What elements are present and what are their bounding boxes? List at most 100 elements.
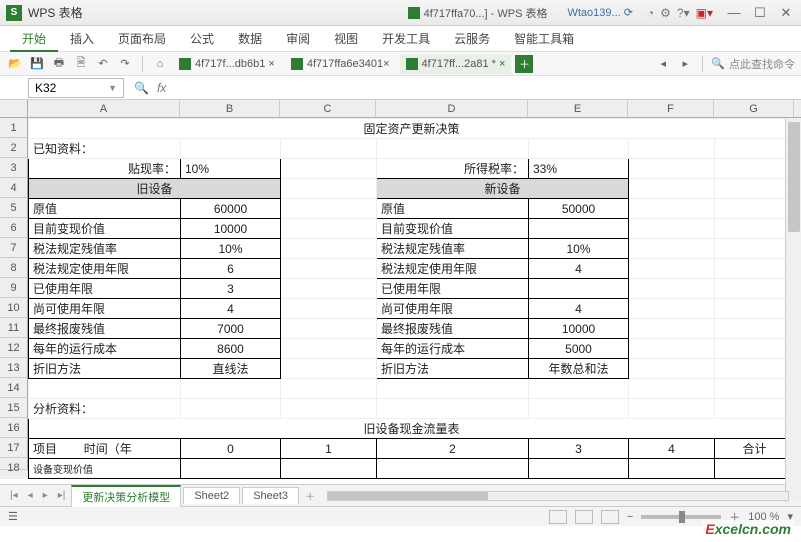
zoom-out-button[interactable]: −	[627, 511, 633, 523]
cell-title[interactable]: 固定资产更新决策	[29, 119, 795, 139]
cell[interactable]: 已知资料：	[29, 139, 181, 159]
cell[interactable]: 已使用年限	[377, 279, 529, 299]
nav-right-icon[interactable]: ▸	[676, 55, 694, 73]
cell[interactable]: 旧设备	[29, 179, 281, 199]
row-header[interactable]: 6	[0, 218, 28, 238]
tab-smart[interactable]: 智能工具箱	[502, 26, 586, 52]
col-header[interactable]: G	[714, 100, 794, 117]
cell[interactable]: 最终报废残值	[29, 319, 181, 339]
view-break-button[interactable]	[601, 510, 619, 524]
cell[interactable]: 4	[181, 299, 281, 319]
print-icon[interactable]: 🖶	[50, 55, 68, 73]
cell[interactable]: 4	[629, 439, 715, 459]
cell[interactable]: 4	[529, 299, 629, 319]
preview-icon[interactable]: 🗎	[72, 55, 90, 73]
cell[interactable]: 新设备	[377, 179, 629, 199]
tab-formula[interactable]: 公式	[178, 26, 226, 52]
cell[interactable]: 合计	[715, 439, 795, 459]
zoom-slider[interactable]	[641, 515, 721, 519]
cell[interactable]: 原值	[29, 199, 181, 219]
cells-table[interactable]: 固定资产更新决策 已知资料： 贴现率：10%所得税率：33% 旧设备新设备 原值…	[28, 118, 795, 479]
redo-icon[interactable]: ↷	[116, 55, 134, 73]
cell[interactable]: 折旧方法	[377, 359, 529, 379]
select-all-corner[interactable]	[0, 100, 28, 117]
cell[interactable]	[529, 279, 629, 299]
cell[interactable]: 2	[377, 439, 529, 459]
app-menu-icon[interactable]: ☰	[8, 510, 18, 523]
tab-layout[interactable]: 页面布局	[106, 26, 178, 52]
search-fx-icon[interactable]: 🔍	[134, 81, 149, 95]
cell[interactable]: 最终报废残值	[377, 319, 529, 339]
cell[interactable]: 旧设备现金流量表	[29, 419, 795, 439]
horizontal-scrollbar[interactable]	[327, 491, 789, 501]
sheet-tab-1[interactable]: 更新决策分析模型	[71, 485, 181, 507]
user-label[interactable]: Wtao139... ⟳	[567, 6, 632, 19]
skin-icon[interactable]: ◔	[647, 6, 654, 20]
cell[interactable]: 6	[181, 259, 281, 279]
undo-icon[interactable]: ↶	[94, 55, 112, 73]
vertical-scrollbar[interactable]	[785, 118, 801, 502]
cell[interactable]: 目前变现价值	[377, 219, 529, 239]
minimize-button[interactable]: —	[725, 4, 743, 22]
row-header[interactable]: 15	[0, 398, 28, 418]
cell[interactable]: 10000	[181, 219, 281, 239]
cell[interactable]: 设备变现价值	[29, 459, 181, 479]
add-tab-button[interactable]: ＋	[515, 55, 533, 73]
cell[interactable]: 分析资料：	[29, 399, 181, 419]
row-header[interactable]: 11	[0, 318, 28, 338]
cell[interactable]: 税法规定使用年限	[377, 259, 529, 279]
sheet-nav-prev[interactable]: ◂	[24, 490, 37, 501]
home-icon[interactable]: ⌂	[151, 55, 169, 73]
tab-view[interactable]: 视图	[322, 26, 370, 52]
cell[interactable]: 5000	[529, 339, 629, 359]
cell[interactable]: 60000	[181, 199, 281, 219]
col-header[interactable]: C	[280, 100, 376, 117]
cell[interactable]: 目前变现价值	[29, 219, 181, 239]
cell[interactable]: 尚可使用年限	[377, 299, 529, 319]
row-header[interactable]: 5	[0, 198, 28, 218]
cell[interactable]: 所得税率：	[377, 159, 529, 179]
row-header[interactable]: 10	[0, 298, 28, 318]
row-header[interactable]: 12	[0, 338, 28, 358]
chevron-down-icon[interactable]: ▼	[108, 83, 117, 93]
scroll-thumb[interactable]	[788, 122, 800, 232]
cell[interactable]: 0	[181, 439, 281, 459]
cell[interactable]: 每年的运行成本	[29, 339, 181, 359]
cell[interactable]: 原值	[377, 199, 529, 219]
nav-left-icon[interactable]: ◂	[654, 55, 672, 73]
doc-tab-1[interactable]: 4f717f...db6b1 ×	[173, 54, 281, 74]
row-header[interactable]: 2	[0, 138, 28, 158]
cell[interactable]: 10000	[529, 319, 629, 339]
row-header[interactable]: 16	[0, 418, 28, 438]
row-header[interactable]: 8	[0, 258, 28, 278]
tab-review[interactable]: 审阅	[274, 26, 322, 52]
cell[interactable]: 8600	[181, 339, 281, 359]
cell[interactable]: 已使用年限	[29, 279, 181, 299]
view-page-button[interactable]	[575, 510, 593, 524]
cell[interactable]: 年数总和法	[529, 359, 629, 379]
col-header[interactable]: A	[28, 100, 180, 117]
cell[interactable]: 33%	[529, 159, 629, 179]
open-icon[interactable]: 📂	[6, 55, 24, 73]
fx-label[interactable]: fx	[157, 81, 166, 95]
save-icon[interactable]: 💾	[28, 55, 46, 73]
row-header[interactable]: 14	[0, 378, 28, 398]
scroll-thumb[interactable]	[328, 492, 488, 500]
col-header[interactable]: F	[628, 100, 714, 117]
cell[interactable]: 3	[529, 439, 629, 459]
close-button[interactable]: ✕	[777, 4, 795, 22]
add-sheet-button[interactable]: ＋	[301, 488, 319, 503]
cell[interactable]: 尚可使用年限	[29, 299, 181, 319]
cell[interactable]: 10%	[181, 239, 281, 259]
row-header[interactable]: 17	[0, 438, 28, 458]
col-header[interactable]: D	[376, 100, 528, 117]
cell[interactable]: 3	[181, 279, 281, 299]
cell[interactable]: 50000	[529, 199, 629, 219]
tab-cloud[interactable]: 云服务	[442, 26, 502, 52]
doc-tab-2[interactable]: 4f717ffa6e3401×	[285, 54, 396, 74]
cell[interactable]	[529, 219, 629, 239]
maximize-button[interactable]: ☐	[751, 4, 769, 22]
row-header[interactable]: 18	[0, 458, 28, 470]
row-header[interactable]: 7	[0, 238, 28, 258]
cell[interactable]: 折旧方法	[29, 359, 181, 379]
